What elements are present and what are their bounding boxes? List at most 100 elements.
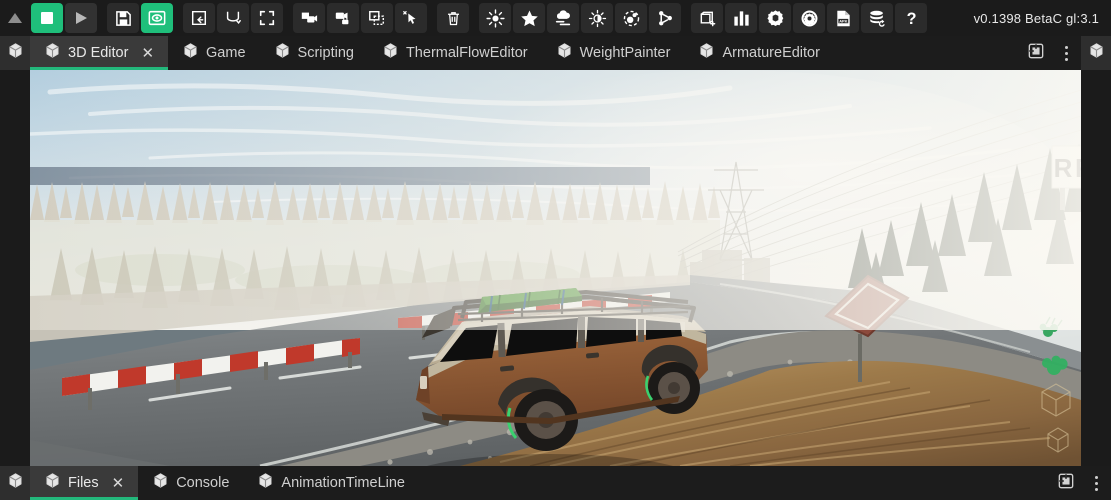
cube-icon	[44, 472, 61, 494]
node-link-icon	[656, 9, 675, 28]
play-button[interactable]	[65, 3, 97, 33]
top-tabbar-right-edge-button[interactable]	[1081, 36, 1111, 70]
tab-game[interactable]: Game	[168, 36, 260, 70]
version-label: v0.1398 BetaC gl:3.1	[974, 11, 1111, 26]
tab-weightpainter[interactable]: WeightPainter	[542, 36, 685, 70]
bottom-tab-bar: Files ✕ Console AnimationTimeLine	[0, 466, 1111, 500]
bottom-split-panel-button[interactable]	[1051, 466, 1081, 500]
bottom-tabbar-filler	[419, 466, 1051, 500]
target-settings-button[interactable]	[793, 3, 825, 33]
cube-icon	[556, 42, 573, 64]
camera-object-button[interactable]	[293, 3, 325, 33]
delete-button[interactable]	[437, 3, 469, 33]
camera-lock-icon	[334, 9, 352, 27]
lighting-button[interactable]	[479, 3, 511, 33]
tab-scripting[interactable]: Scripting	[260, 36, 368, 70]
help-button[interactable]: ?	[895, 3, 927, 33]
export-apk-button[interactable]: APK	[827, 3, 859, 33]
tab-console[interactable]: Console	[138, 466, 243, 500]
scale-corners-icon	[258, 9, 276, 27]
cube-icon	[698, 42, 715, 64]
weather-button[interactable]	[547, 3, 579, 33]
cube-icon	[182, 42, 199, 64]
top-tab-bar: 3D Editor ✕ Game Scripting ThermalFlo	[0, 36, 1111, 70]
split-panel-icon	[1058, 473, 1074, 494]
tab-label: 3D Editor	[68, 45, 128, 61]
top-tabbar-filler	[834, 36, 1021, 70]
cube-icon	[152, 472, 169, 494]
camera-object-icon	[300, 9, 318, 27]
question-mark-icon: ?	[902, 9, 921, 28]
tab-3d-editor[interactable]: 3D Editor ✕	[30, 36, 168, 70]
star-icon	[520, 9, 539, 28]
favorites-button[interactable]	[513, 3, 545, 33]
tab-label: ArmatureEditor	[722, 45, 820, 61]
cube-icon	[257, 472, 274, 494]
eye-in-frame-icon	[148, 9, 166, 27]
scale-tool-button[interactable]	[251, 3, 283, 33]
node-graph-button[interactable]	[649, 3, 681, 33]
tab-label: Files	[68, 475, 99, 491]
tab-thermalfloweditor[interactable]: ThermalFlowEditor	[368, 36, 542, 70]
brightness-button[interactable]	[581, 3, 613, 33]
cube-icon	[382, 42, 399, 64]
svg-text:?: ?	[906, 10, 916, 28]
physics-button[interactable]	[615, 3, 647, 33]
split-panel-icon	[1028, 43, 1044, 64]
duplicate-button[interactable]	[361, 3, 393, 33]
tab-files[interactable]: Files ✕	[30, 466, 138, 500]
top-tabbar-menu-button[interactable]	[1051, 36, 1081, 70]
collapse-toolbar-button[interactable]	[0, 0, 30, 36]
database-refresh-icon	[868, 9, 887, 28]
triangle-up-icon	[8, 13, 22, 23]
close-icon[interactable]: ✕	[112, 476, 125, 491]
move-arrow-icon	[190, 9, 208, 27]
stop-button[interactable]	[31, 3, 63, 33]
kebab-menu-icon	[1095, 476, 1098, 491]
preview-toggle-button[interactable]	[141, 3, 173, 33]
3d-viewport[interactable]: R F	[30, 70, 1081, 466]
close-icon[interactable]: ✕	[141, 46, 154, 61]
top-tabbar-left-edge-button[interactable]	[0, 36, 30, 70]
bar-chart-icon	[732, 9, 751, 28]
select-cursor-button[interactable]	[395, 3, 427, 33]
bottom-tabbar-left-edge-button[interactable]	[0, 466, 30, 500]
cube-icon	[1088, 42, 1105, 64]
tab-label: ThermalFlowEditor	[406, 45, 528, 61]
tab-label: Game	[206, 45, 246, 61]
tab-label: Console	[176, 475, 229, 491]
add-mesh-button[interactable]	[691, 3, 723, 33]
cube-icon	[44, 42, 61, 64]
play-triangle-icon	[74, 11, 88, 25]
tab-armatureeditor[interactable]: ArmatureEditor	[684, 36, 834, 70]
floppy-disk-icon	[115, 10, 132, 27]
cube-icon	[7, 42, 24, 64]
split-panel-button[interactable]	[1021, 36, 1051, 70]
settings-button[interactable]	[759, 3, 791, 33]
move-tool-button[interactable]	[183, 3, 215, 33]
rotate-arrow-icon	[224, 9, 242, 27]
gear-target-icon	[800, 9, 819, 28]
cube-icon	[274, 42, 291, 64]
database-reload-button[interactable]	[861, 3, 893, 33]
statistics-button[interactable]	[725, 3, 757, 33]
tab-label: WeightPainter	[580, 45, 671, 61]
lock-camera-button[interactable]	[327, 3, 359, 33]
cloud-fog-icon	[554, 9, 573, 28]
select-cursor-icon	[402, 9, 420, 27]
orbit-atom-icon	[622, 9, 641, 28]
svg-text:APK: APK	[839, 18, 847, 23]
apk-file-icon: APK	[834, 9, 853, 28]
save-button[interactable]	[107, 3, 139, 33]
rotate-tool-button[interactable]	[217, 3, 249, 33]
kebab-menu-icon	[1065, 46, 1068, 61]
tab-animationtimeline[interactable]: AnimationTimeLine	[243, 466, 419, 500]
trash-can-icon	[445, 10, 462, 27]
cube-icon	[7, 472, 24, 494]
sun-burst-icon	[486, 9, 505, 28]
cube-plus-icon	[698, 9, 717, 28]
bottom-tabbar-menu-button[interactable]	[1081, 466, 1111, 500]
duplicate-frame-icon	[368, 9, 386, 27]
stop-square-icon	[40, 11, 54, 25]
main-toolbar: APK ? v0.1398 BetaC gl:3.1	[0, 0, 1111, 36]
